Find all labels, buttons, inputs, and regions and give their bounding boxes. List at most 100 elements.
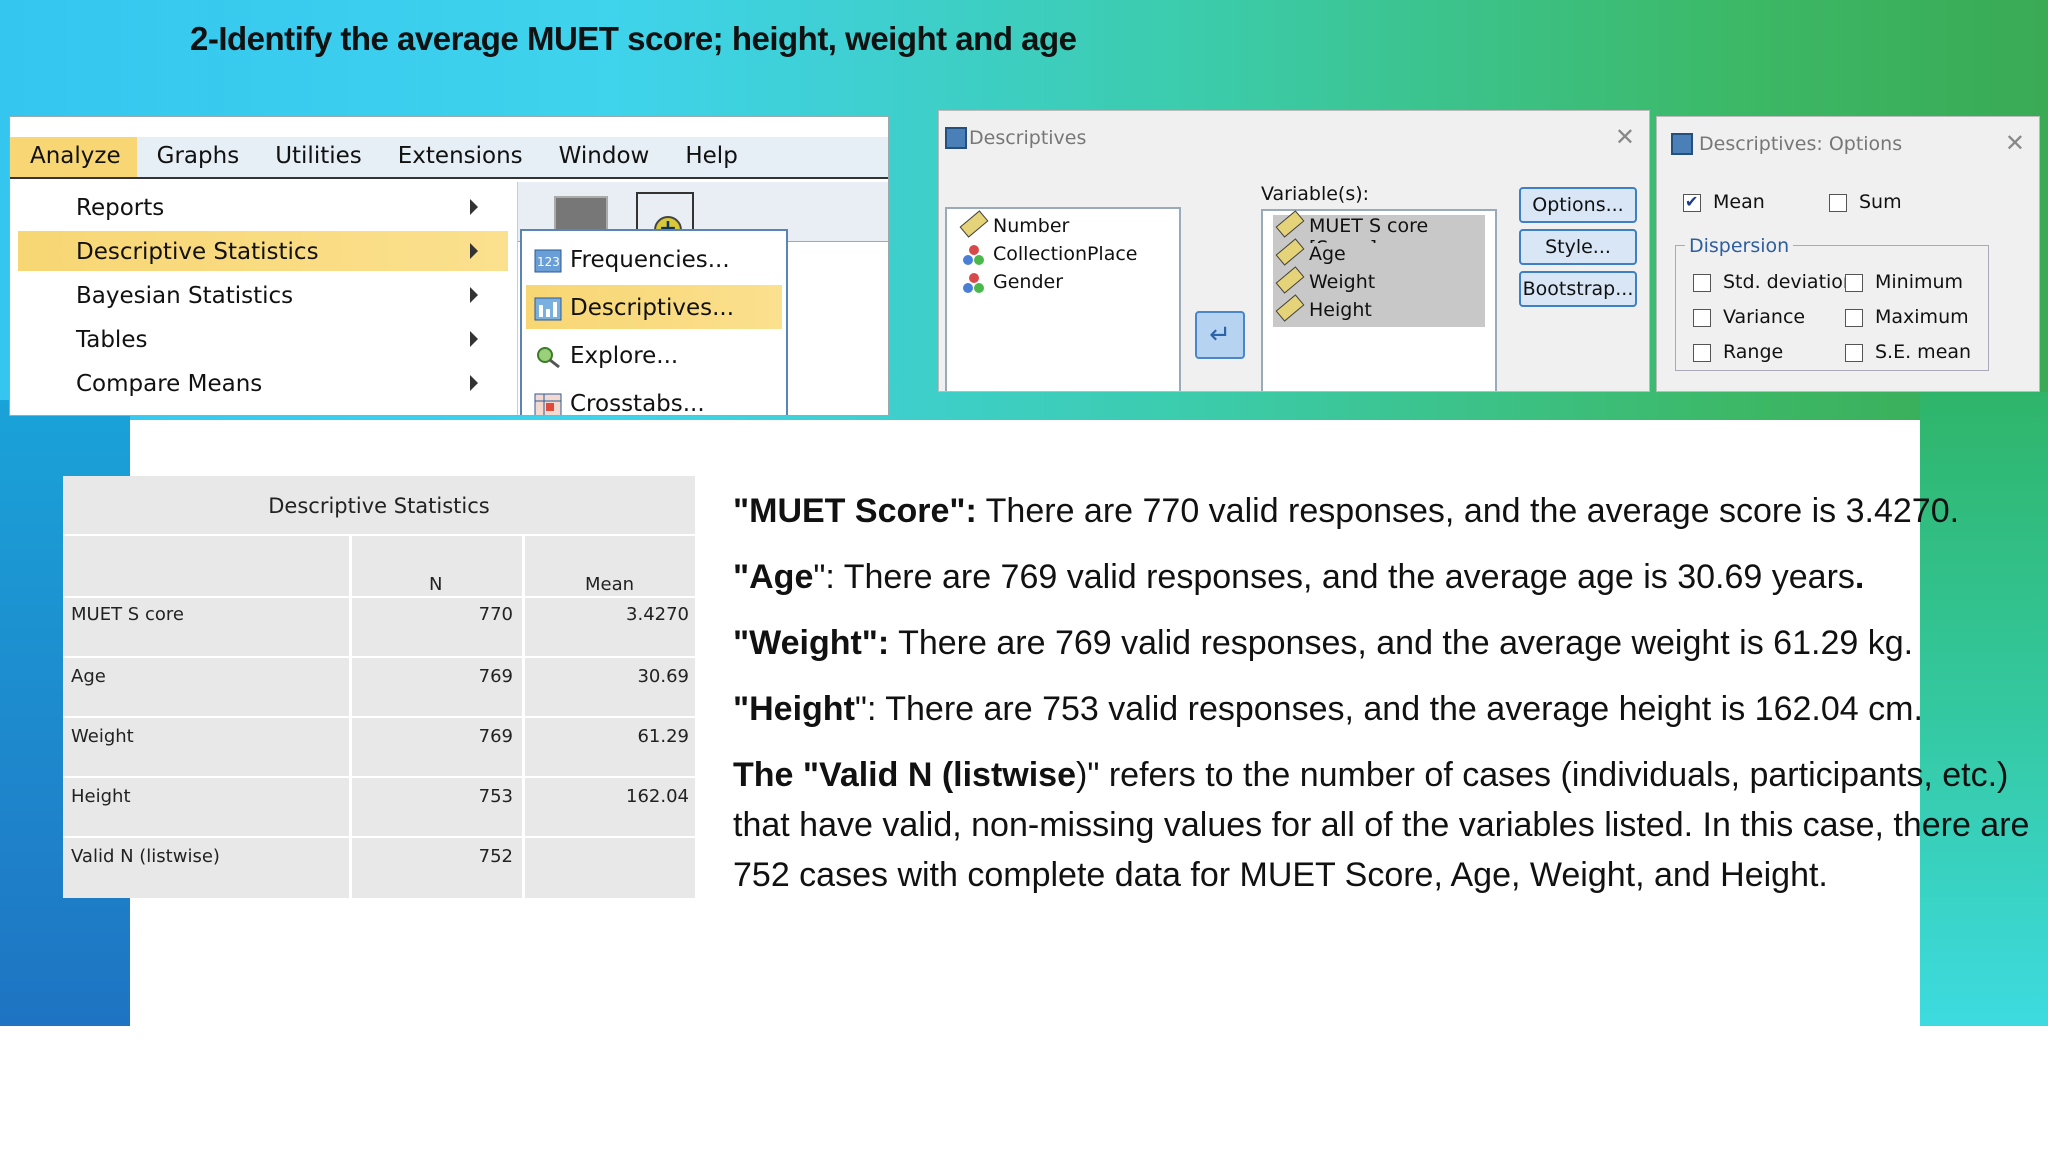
close-icon[interactable]: ✕ (2005, 129, 2025, 157)
submenu-item-crosstabs[interactable]: Crosstabs... (526, 381, 782, 415)
dialog-icon (945, 127, 967, 149)
cell-n: 752 (478, 846, 513, 867)
maximum-checkbox[interactable]: Maximum (1845, 306, 1969, 332)
nominal-icon (963, 273, 985, 295)
std-deviation-checkbox[interactable]: Std. deviation (1693, 271, 1855, 297)
variable-label: CollectionPlace (993, 243, 1138, 265)
range-checkbox[interactable]: Range (1693, 341, 1783, 367)
menubar: Analyze Graphs Utilities Extensions Wind… (10, 117, 888, 179)
cell-mean: 61.29 (637, 726, 689, 747)
submenu-item-label: Descriptives... (570, 295, 735, 321)
row-label: MUET S core (71, 604, 184, 625)
menu-item-tables[interactable]: Tables (18, 319, 508, 359)
slide-title: 2-Identify the average MUET score; heigh… (190, 20, 1077, 57)
checkbox-label: Variance (1723, 306, 1806, 328)
menu-utilities[interactable]: Utilities (255, 137, 378, 177)
column-header-mean: Mean (585, 574, 635, 595)
submenu-item-explore[interactable]: Explore... (526, 333, 782, 377)
checkbox-label: Maximum (1875, 306, 1969, 328)
checkbox-icon (1845, 344, 1863, 362)
menu-analyze[interactable]: Analyze (10, 137, 137, 177)
dispersion-label: Dispersion (1685, 235, 1794, 257)
selected-variable-age[interactable]: Age (1273, 238, 1485, 271)
results-description: "MUET Score": There are 770 valid respon… (733, 486, 2043, 916)
descriptives-options-dialog: Descriptives: Options ✕ Mean Sum Dispers… (1656, 116, 2040, 392)
variable-collectionplace[interactable]: CollectionPlace (957, 243, 1138, 271)
menu-window[interactable]: Window (539, 137, 666, 177)
source-variable-list[interactable]: Number CollectionPlace Gender (945, 207, 1181, 391)
crosstabs-icon (534, 393, 562, 415)
arrow-left-icon: ↵ (1209, 320, 1231, 350)
paragraph-age: "Age": There are 769 valid responses, an… (733, 558, 1865, 596)
variable-label: Weight (1309, 271, 1376, 293)
scale-icon (1275, 238, 1305, 266)
menu-item-compare-means[interactable]: Compare Means (18, 363, 508, 403)
row-label: Valid N (listwise) (71, 846, 220, 867)
checkbox-label: Sum (1859, 191, 1902, 213)
checkbox-icon (1693, 309, 1711, 327)
style-button[interactable]: Style... (1519, 229, 1637, 265)
cell-mean: 162.04 (626, 786, 689, 807)
descriptive-statistics-submenu: 123 Frequencies... Descriptives... Explo… (520, 229, 788, 415)
cell-n: 769 (478, 726, 513, 747)
variable-label: Age (1309, 243, 1346, 265)
scale-icon (959, 210, 989, 238)
menu-item-label: Reports (76, 195, 165, 221)
close-icon[interactable]: ✕ (1615, 123, 1635, 151)
checkbox-label: Mean (1713, 191, 1765, 213)
selected-variable-height[interactable]: Height (1273, 294, 1485, 327)
se-mean-checkbox[interactable]: S.E. mean (1845, 341, 1971, 367)
chevron-right-icon (470, 287, 478, 303)
checkbox-label: Range (1723, 341, 1784, 363)
move-variable-button[interactable]: ↵ (1195, 311, 1245, 359)
checkbox-label: S.E. mean (1875, 341, 1972, 363)
cell-mean: 30.69 (637, 666, 689, 687)
checkbox-checked-icon (1683, 192, 1701, 212)
minimum-checkbox[interactable]: Minimum (1845, 271, 1963, 297)
variable-gender[interactable]: Gender (957, 271, 1063, 299)
bootstrap-button[interactable]: Bootstrap... (1519, 271, 1637, 307)
variable-label: Number (993, 215, 1070, 237)
variable-number[interactable]: Number (957, 210, 1070, 243)
variables-label: Variable(s): (1261, 183, 1370, 205)
dialog-title: Descriptives: Options (1699, 133, 1903, 155)
descriptive-statistics-table: Descriptive Statistics N Mean MUET S cor… (63, 476, 695, 898)
descriptives-icon (534, 297, 562, 321)
selected-variable-list[interactable]: MUET S core [Score] Age Weight Height (1261, 209, 1497, 391)
paragraph-height: "Height": There are 753 valid responses,… (733, 690, 1923, 728)
descriptives-dialog: Descriptives ✕ Number CollectionPlace Ge… (938, 110, 1650, 392)
checkbox-label: Minimum (1875, 271, 1964, 293)
menu-extensions[interactable]: Extensions (378, 137, 539, 177)
menu-item-reports[interactable]: Reports (18, 187, 508, 227)
submenu-item-descriptives[interactable]: Descriptives... (526, 285, 782, 329)
mean-checkbox[interactable]: Mean (1683, 191, 1765, 217)
row-label: Age (71, 666, 106, 687)
options-button[interactable]: Options... (1519, 187, 1637, 223)
spss-menu-screenshot: Analyze Graphs Utilities Extensions Wind… (9, 116, 889, 416)
svg-text:123: 123 (537, 255, 560, 269)
menu-graphs[interactable]: Graphs (137, 137, 256, 177)
variable-label: Gender (993, 271, 1064, 293)
nominal-icon (963, 245, 985, 267)
checkbox-icon (1845, 274, 1863, 292)
paragraph-muet: "MUET Score": There are 770 valid respon… (733, 492, 1960, 530)
menu-item-bayesian-statistics[interactable]: Bayesian Statistics (18, 275, 508, 315)
selected-variable-muet[interactable]: MUET S core [Score] (1273, 210, 1485, 259)
background-bottom (0, 1026, 2048, 1152)
frequencies-icon: 123 (534, 249, 562, 273)
cell-n: 770 (478, 604, 513, 625)
checkbox-label: Std. deviation (1723, 271, 1855, 293)
selected-variable-weight[interactable]: Weight (1273, 266, 1485, 299)
submenu-item-frequencies[interactable]: 123 Frequencies... (526, 237, 782, 281)
menu-item-label: Tables (76, 327, 148, 353)
checkbox-icon (1829, 194, 1847, 212)
menu-item-label: Bayesian Statistics (76, 283, 294, 309)
explore-icon (537, 347, 560, 369)
menu-help[interactable]: Help (665, 137, 753, 177)
variance-checkbox[interactable]: Variance (1693, 306, 1805, 332)
chevron-right-icon (470, 199, 478, 215)
menu-item-descriptive-statistics[interactable]: Descriptive Statistics (18, 231, 508, 271)
sum-checkbox[interactable]: Sum (1829, 191, 1902, 217)
row-label: Height (71, 786, 131, 807)
checkbox-icon (1845, 309, 1863, 327)
